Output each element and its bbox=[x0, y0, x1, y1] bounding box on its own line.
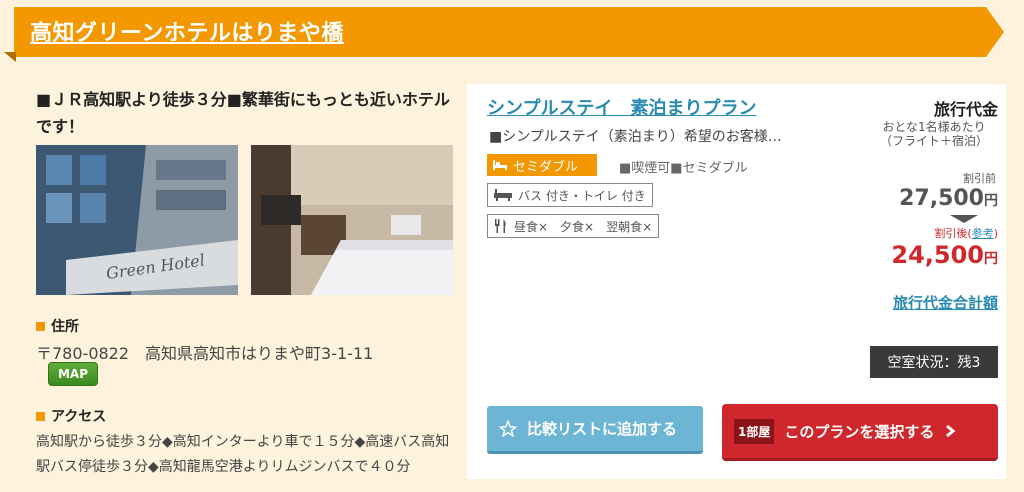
hotel-building-photo[interactable]: Green Hotel bbox=[36, 145, 238, 295]
price-after-discount: 24,500円 bbox=[858, 241, 998, 269]
select-plan-label: このプランを選択する bbox=[784, 422, 935, 441]
access-description: 高知駅から徒歩３分◆高知インターより車で１５分◆高速バス高知駅バス停徒歩３分◆高… bbox=[36, 434, 450, 475]
map-button[interactable]: MAP bbox=[48, 362, 98, 386]
price-panel: 旅行代金 おとな1名様あたり （フライト＋宿泊） 割引前 27,500円 割引後… bbox=[858, 96, 998, 269]
room-count-badge: 1部屋 bbox=[734, 418, 775, 444]
hotel-catchphrase: ■ＪＲ高知駅より徒歩３分■繁華街にもっとも近いホテルです！ bbox=[36, 90, 450, 136]
room-type-tag: セミダブル bbox=[487, 154, 597, 176]
reference-link[interactable]: 参考 bbox=[972, 227, 994, 240]
hotel-address: 〒780-0822 高知県高知市はりまや町3-1-11 bbox=[36, 344, 374, 363]
currency-unit: 円 bbox=[984, 251, 998, 267]
room-type-label: セミダブル bbox=[513, 159, 579, 175]
price-package-type: （フライト＋宿泊） bbox=[879, 134, 988, 148]
plan-card: シンプルステイ 素泊まりプラン ■シンプルステイ（素泊まり）希望のお客様… セミ… bbox=[467, 84, 1006, 479]
fork-knife-icon bbox=[495, 219, 506, 233]
bed-icon bbox=[493, 160, 507, 170]
price-after-label-text: 割引後( bbox=[934, 227, 972, 240]
currency-unit: 円 bbox=[984, 193, 998, 209]
chevron-right-icon bbox=[946, 424, 956, 438]
plan-description: ■シンプルステイ（素泊まり）希望のお客様… bbox=[489, 129, 782, 145]
add-to-compare-button[interactable]: 比較リストに追加する bbox=[487, 406, 703, 454]
hotel-name-link[interactable]: 高知グリーンホテルはりまや橋 bbox=[30, 15, 344, 47]
bathtub-icon bbox=[494, 189, 512, 201]
address-label: 住所 bbox=[51, 319, 79, 335]
price-after-amount: 24,500 bbox=[891, 241, 984, 269]
bullet-square-icon bbox=[36, 321, 45, 331]
bath-toilet-badge: バス 付き・トイレ 付き bbox=[487, 183, 653, 207]
address-heading: 住所 bbox=[36, 316, 79, 336]
price-before-label: 割引前 bbox=[963, 172, 996, 185]
total-price-link[interactable]: 旅行代金合計額 bbox=[893, 292, 998, 313]
price-before-amount: 27,500 bbox=[899, 186, 984, 211]
select-plan-button[interactable]: 1部屋 このプランを選択する bbox=[722, 404, 998, 461]
price-after-label: 割引後(参考) bbox=[858, 225, 998, 241]
discount-arrow-icon bbox=[950, 215, 978, 223]
price-per-person: おとな1名様あたり bbox=[882, 120, 986, 134]
hotel-room-photo[interactable] bbox=[251, 145, 453, 295]
price-heading: 旅行代金 bbox=[933, 100, 998, 119]
bath-toilet-label: バス 付き・トイレ 付き bbox=[518, 188, 646, 203]
banner-fold bbox=[4, 52, 16, 62]
meals-badge: 昼食× 夕食× 翌朝食× bbox=[487, 214, 660, 238]
price-before-discount: 27,500円 bbox=[858, 186, 998, 211]
star-icon bbox=[499, 419, 517, 437]
price-after-label-end: ) bbox=[993, 227, 998, 240]
vacancy-status: 空室状況：残3 bbox=[870, 346, 998, 378]
add-to-compare-label: 比較リストに追加する bbox=[527, 420, 678, 438]
access-label: アクセス bbox=[51, 409, 107, 425]
room-spec: ■喫煙可■セミダブル bbox=[619, 161, 748, 176]
hotel-name-banner: 高知グリーンホテルはりまや橋 bbox=[14, 7, 1004, 57]
meals-label: 昼食× 夕食× 翌朝食× bbox=[514, 219, 653, 234]
access-heading: アクセス bbox=[36, 406, 106, 426]
bullet-square-icon bbox=[36, 411, 45, 421]
plan-title-link[interactable]: シンプルステイ 素泊まりプラン bbox=[487, 94, 756, 120]
